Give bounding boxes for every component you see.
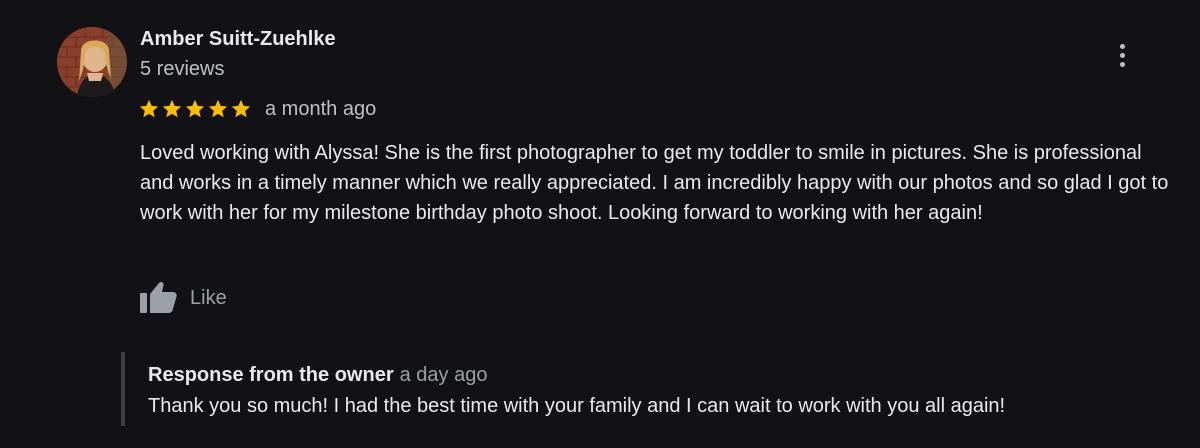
owner-response-header: Response from the owner a day ago	[148, 364, 487, 387]
like-label: Like	[190, 286, 227, 309]
owner-response: Response from the owner a day ago Thank y…	[121, 352, 1165, 426]
reviewer-review-count[interactable]: 5 reviews	[140, 58, 224, 81]
star-icon	[162, 99, 182, 118]
review-date: a month ago	[265, 97, 377, 120]
star-icon	[231, 99, 251, 118]
star-rating	[138, 98, 253, 120]
reviewer-avatar[interactable]	[57, 27, 127, 97]
like-button[interactable]: Like	[136, 278, 227, 318]
more-vertical-icon	[1119, 42, 1125, 69]
avatar-photo	[57, 27, 127, 97]
more-options-button[interactable]	[1108, 40, 1136, 70]
owner-response-label: Response from the owner	[148, 364, 394, 386]
star-icon	[208, 99, 228, 118]
rating-row: a month ago	[138, 96, 376, 122]
review-text: Loved working with Alyssa! She is the fi…	[140, 142, 1169, 224]
reviewer-name[interactable]: Amber Suitt-Zuehlke	[140, 28, 336, 51]
owner-response-date: a day ago	[399, 364, 488, 386]
thumbs-up-icon	[136, 278, 180, 318]
owner-response-text: Thank you so much! I had the best time w…	[148, 395, 1006, 417]
star-icon	[139, 99, 159, 118]
star-icon	[185, 99, 205, 118]
